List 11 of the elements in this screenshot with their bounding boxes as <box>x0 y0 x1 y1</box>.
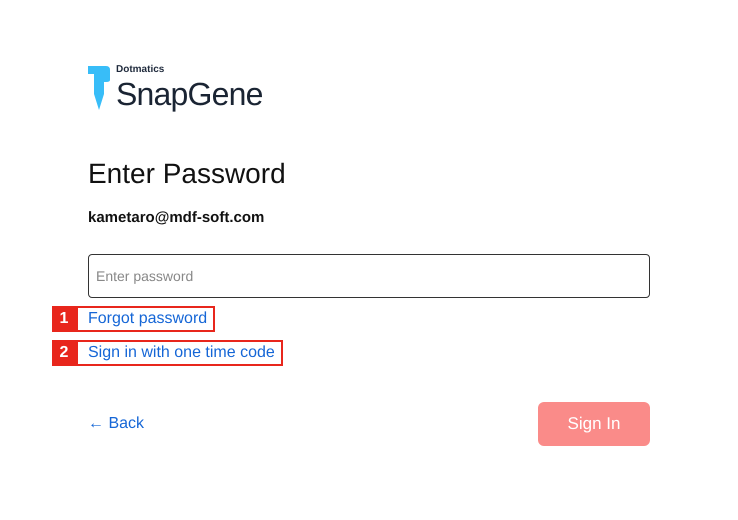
tube-logo-icon <box>88 66 110 110</box>
company-name: Dotmatics <box>116 64 166 76</box>
link[interactable]: Sign in with one time code <box>76 340 283 366</box>
link[interactable]: Forgot password <box>76 306 216 332</box>
annotation-number: 2 <box>52 340 76 366</box>
back-link[interactable]: ← Back <box>88 412 144 436</box>
page-title: Enter Password <box>88 158 287 190</box>
annotation-number: 1 <box>52 306 76 332</box>
account-email: kametaro@mdf-soft.com <box>88 208 266 228</box>
product-name: SnapGene <box>116 76 263 112</box>
password-field[interactable]: Enter password <box>88 254 650 298</box>
